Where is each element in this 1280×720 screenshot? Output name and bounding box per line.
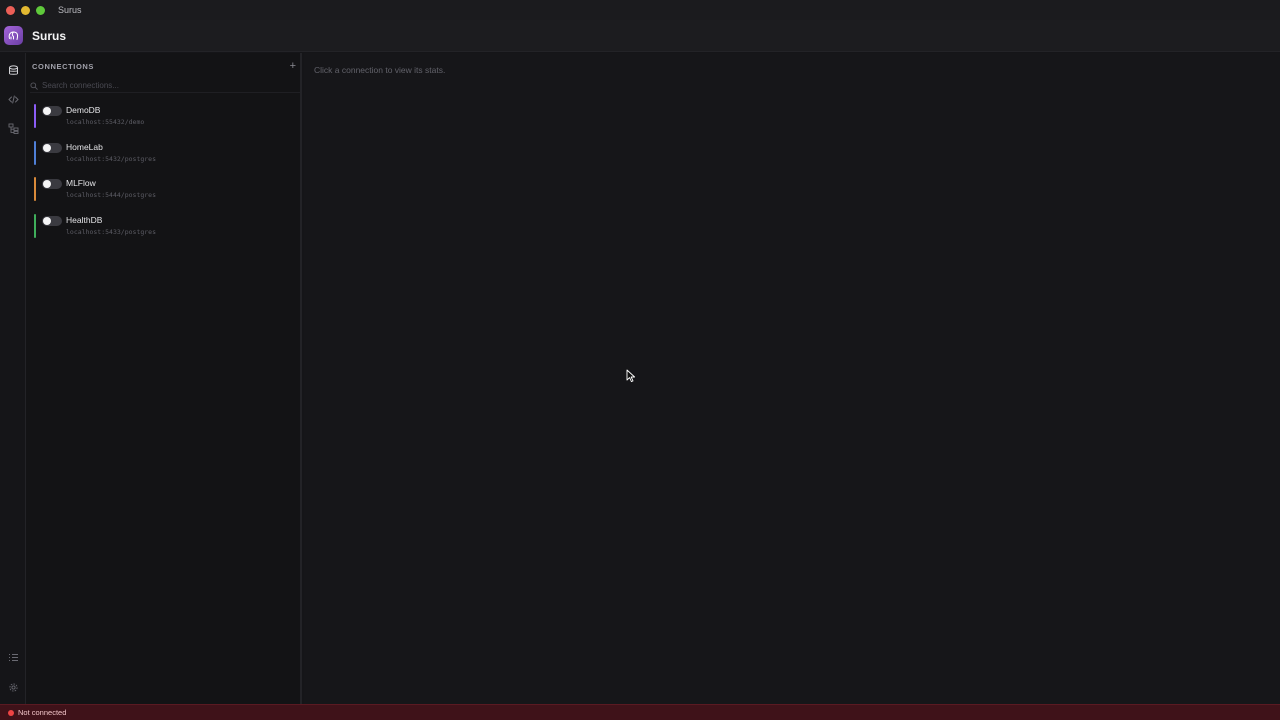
connection-toggle[interactable] (42, 142, 62, 153)
connections-title: CONNECTIONS (32, 61, 95, 71)
schema-icon[interactable] (6, 121, 20, 135)
main-panel: Click a connection to view its stats. (304, 53, 1280, 704)
connection-name: HealthDB (66, 215, 103, 226)
connection-toggle[interactable] (42, 106, 62, 116)
mouse-cursor-icon (626, 369, 636, 383)
connection-name: HomeLab (66, 141, 103, 152)
app-header: Surus (0, 20, 1280, 52)
connection-status: Not connected (18, 708, 67, 717)
window-controls (6, 5, 45, 15)
connection-item-mlflow[interactable]: MLFlow localhost:5444/postgres (26, 176, 302, 213)
close-window-button[interactable] (6, 5, 15, 15)
app-window: Surus Surus CONNECTIONS + Search connect… (0, 0, 1280, 720)
maximize-window-button[interactable] (36, 5, 45, 15)
connection-item-demodb[interactable]: DemoDB localhost:55432/demo (26, 103, 302, 140)
list-icon[interactable] (6, 650, 20, 664)
connection-toggle[interactable] (42, 216, 62, 227)
connection-list: DemoDB localhost:55432/demo HomeLab loca… (26, 103, 302, 250)
app-logo-icon (4, 26, 23, 45)
connection-name: MLFlow (66, 178, 96, 189)
code-icon[interactable] (6, 92, 20, 106)
connections-header: CONNECTIONS + (32, 60, 296, 72)
connection-toggle[interactable] (42, 179, 62, 190)
status-bar: Not connected (0, 704, 1280, 720)
connection-color-bar (34, 177, 36, 202)
search-bar (30, 79, 300, 93)
window-title: Surus (58, 5, 82, 15)
elephant-icon (8, 31, 19, 40)
add-connection-button[interactable]: + (290, 61, 296, 72)
search-icon (30, 81, 38, 90)
empty-state-message: Click a connection to view its stats. (314, 65, 446, 75)
gear-icon[interactable] (6, 680, 20, 694)
connection-host: localhost:5444/postgres (66, 191, 157, 200)
minimize-window-button[interactable] (21, 5, 30, 15)
search-input[interactable] (42, 81, 282, 90)
database-icon[interactable] (6, 63, 20, 77)
title-bar: Surus (0, 0, 1280, 20)
connection-item-healthdb[interactable]: HealthDB localhost:5433/postgres (26, 213, 302, 250)
connection-item-homelab[interactable]: HomeLab localhost:5432/postgres (26, 140, 302, 177)
connection-color-bar (34, 140, 36, 165)
connection-host: localhost:55432/demo (66, 118, 145, 126)
connection-host: localhost:5432/postgres (66, 154, 157, 163)
status-indicator-icon (8, 709, 14, 716)
connections-sidebar: CONNECTIONS + DemoDB localhost:55432/dem… (26, 53, 302, 704)
connection-host: localhost:5433/postgres (66, 228, 157, 237)
connection-name: DemoDB (66, 105, 101, 115)
connection-color-bar (34, 104, 36, 128)
connection-color-bar (34, 214, 36, 239)
app-name: Surus (32, 28, 67, 43)
icon-rail (0, 53, 26, 704)
